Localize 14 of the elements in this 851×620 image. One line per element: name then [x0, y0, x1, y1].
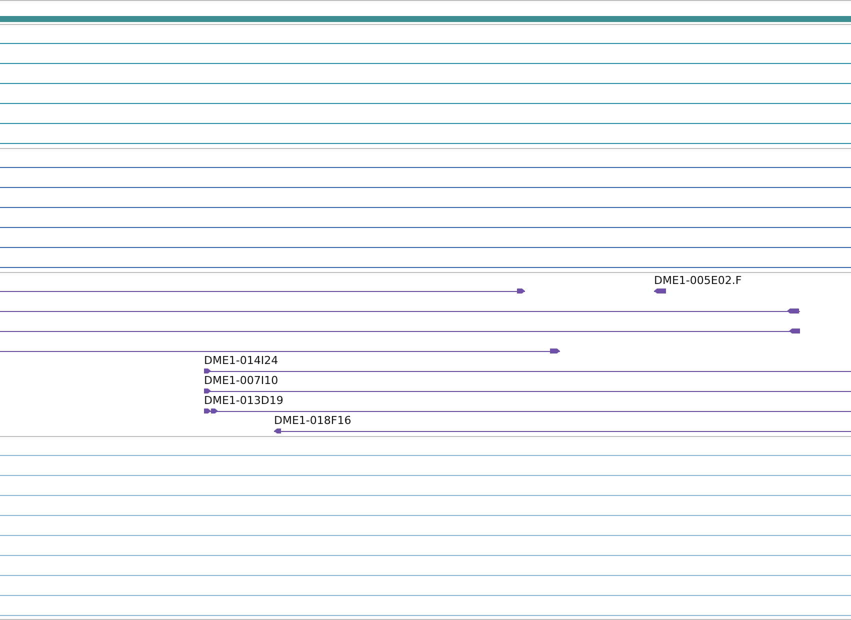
feature-arrow[interactable] [0, 348, 560, 354]
feature-arrow[interactable] [0, 308, 800, 314]
feature-arrow[interactable] [274, 428, 851, 434]
feature-label[interactable]: DME1-013D19 [204, 394, 284, 407]
feature-arrow[interactable] [654, 288, 666, 294]
feature-label[interactable]: DME1-014I24 [204, 354, 278, 367]
feature-label[interactable]: DME1-007I10 [204, 374, 278, 387]
feature-arrow[interactable] [0, 288, 526, 294]
feature-label[interactable]: DME1-005E02.F [654, 274, 742, 287]
feature-arrow[interactable] [204, 368, 851, 374]
feature-label[interactable]: DME1-018F16 [274, 414, 352, 427]
feature-arrow[interactable] [204, 408, 851, 414]
feature-arrow[interactable] [0, 328, 800, 334]
feature-arrow[interactable] [204, 388, 851, 394]
